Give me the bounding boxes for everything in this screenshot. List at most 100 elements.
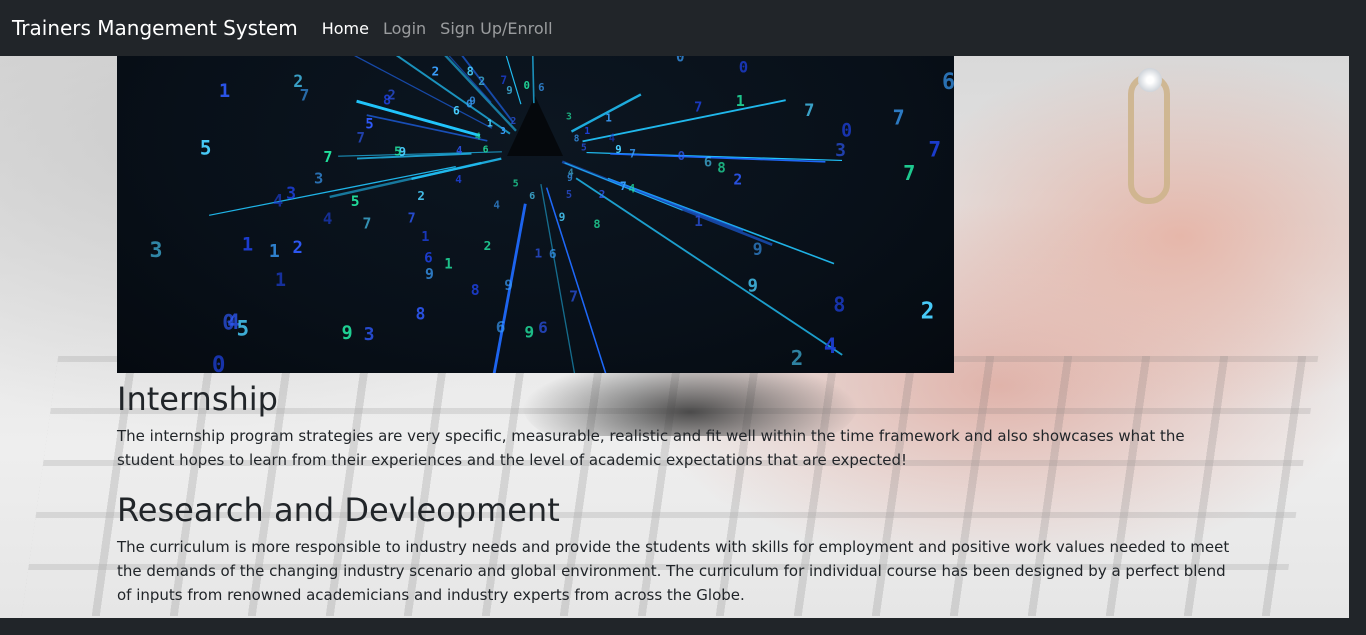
digit-glyph: 1 (605, 112, 611, 125)
digit-glyph: 2 (478, 74, 485, 88)
internship-section: Internship The internship program strate… (117, 380, 1237, 472)
digit-glyph: 9 (425, 266, 434, 283)
digit-glyph: 9 (341, 323, 352, 344)
digit-glyph: 9 (747, 276, 758, 296)
digit-glyph: 7 (362, 215, 371, 232)
digit-glyph: 4 (609, 132, 615, 144)
digit-glyph: 9 (753, 240, 763, 259)
digit-glyph: 3 (314, 169, 323, 187)
digit-glyph: 1 (444, 256, 452, 272)
digit-glyph: 4 (323, 209, 333, 228)
ring-stone (1138, 68, 1162, 92)
digit-glyph: 6 (496, 317, 506, 336)
digit-glyph: 8 (574, 134, 580, 145)
digit-glyph: 9 (524, 322, 534, 341)
digit-glyph: 9 (559, 211, 566, 224)
digit-glyph: 8 (593, 217, 600, 231)
bottom-bar (0, 618, 1366, 635)
digit-glyph: 8 (471, 282, 480, 299)
nav-signup-link[interactable]: Sign Up/Enroll (440, 19, 552, 38)
digit-glyph: 7 (629, 148, 636, 161)
research-section: Research and Devleopment The curriculum … (117, 491, 1237, 607)
digit-glyph: 5 (581, 143, 587, 154)
digit-glyph: 1 (487, 118, 493, 129)
light-streak (531, 56, 535, 104)
digit-glyph: 5 (513, 178, 519, 189)
digit-glyph: 9 (504, 278, 513, 294)
digit-glyph: 5 (200, 137, 212, 160)
digit-glyph: 9 (567, 173, 573, 184)
light-streak (356, 99, 481, 138)
digit-glyph: 1 (269, 241, 280, 262)
digit-glyph: 0 (212, 352, 226, 373)
digit-glyph: 4 (273, 191, 283, 211)
digit-glyph: 6 (529, 191, 535, 202)
digit-glyph: 5 (351, 193, 360, 210)
digit-glyph: 4 (493, 199, 500, 212)
digit-glyph: 2 (511, 116, 517, 127)
digit-glyph: 5 (566, 189, 572, 201)
digit-glyph: 6 (704, 154, 712, 170)
digit-glyph: 7 (903, 161, 915, 185)
nav-home-link[interactable]: Home (322, 19, 369, 38)
digit-glyph: 6 (453, 104, 460, 117)
digit-glyph: 7 (323, 148, 332, 166)
digit-glyph: 2 (733, 171, 742, 188)
digit-glyph: 1 (534, 245, 542, 260)
digit-glyph: 6 (538, 81, 544, 94)
top-navbar: Trainers Mangement System Home Login Sig… (0, 0, 1366, 56)
digit-glyph: 9 (615, 143, 621, 156)
internship-heading: Internship (117, 380, 278, 418)
digit-glyph: 7 (928, 137, 941, 162)
research-heading: Research and Devleopment (117, 491, 560, 529)
digit-glyph: 6 (538, 318, 548, 337)
digit-glyph: 3 (566, 112, 572, 123)
brand-link[interactable]: Trainers Mangement System (12, 16, 298, 40)
digit-glyph: 4 (475, 131, 481, 142)
digit-glyph: 4 (824, 333, 837, 358)
digit-glyph: 2 (921, 299, 935, 325)
digit-glyph: 6 (424, 251, 433, 267)
digit-glyph: 0 (678, 149, 686, 164)
digit-glyph: 0 (841, 120, 852, 141)
digit-glyph: 6 (942, 70, 954, 95)
digit-glyph: 5 (236, 317, 249, 341)
digit-glyph: 7 (804, 101, 814, 121)
ring-band (1128, 74, 1170, 204)
digit-glyph: 2 (388, 88, 396, 103)
digit-glyph: 7 (408, 212, 416, 227)
hero-image: 5450732524474739099615700642431761091434… (117, 56, 954, 373)
digit-glyph: 0 (739, 58, 748, 77)
digit-glyph: 2 (791, 346, 804, 370)
research-paragraph: The curriculum is more responsible to in… (117, 538, 1230, 604)
digit-glyph: 2 (293, 238, 303, 258)
digit-glyph: 1 (242, 234, 253, 255)
digit-glyph: 6 (483, 144, 489, 155)
digit-glyph: 3 (364, 324, 375, 345)
digit-glyph: 1 (275, 270, 286, 291)
digit-glyph: 9 (506, 84, 512, 97)
digit-glyph: 7 (694, 100, 702, 116)
light-streak (545, 187, 607, 373)
digit-glyph: 0 (676, 56, 685, 66)
digit-glyph: 2 (417, 188, 425, 203)
digit-glyph: 3 (286, 184, 296, 203)
digit-glyph: 5 (394, 144, 402, 159)
light-streak (575, 177, 843, 356)
digit-glyph: 7 (357, 131, 365, 147)
digit-glyph: 2 (484, 239, 492, 254)
digit-glyph: 1 (219, 81, 230, 102)
digit-glyph: 6 (549, 247, 557, 262)
digit-glyph: 0 (524, 79, 530, 92)
light-streak (366, 114, 488, 142)
nav-login-link[interactable]: Login (383, 19, 426, 38)
digit-glyph: 3 (150, 238, 163, 263)
digit-glyph: 1 (584, 126, 590, 137)
digit-glyph: 2 (432, 65, 440, 80)
digit-glyph: 3 (500, 126, 506, 137)
digit-glyph: 7 (569, 289, 578, 306)
internship-paragraph: The internship program strategies are ve… (117, 427, 1185, 469)
digital-tunnel-graphic: 54507325244747390996157006424 31761091434… (150, 56, 954, 373)
scrollbar-track[interactable] (1349, 56, 1366, 618)
digit-glyph: 8 (415, 304, 425, 323)
